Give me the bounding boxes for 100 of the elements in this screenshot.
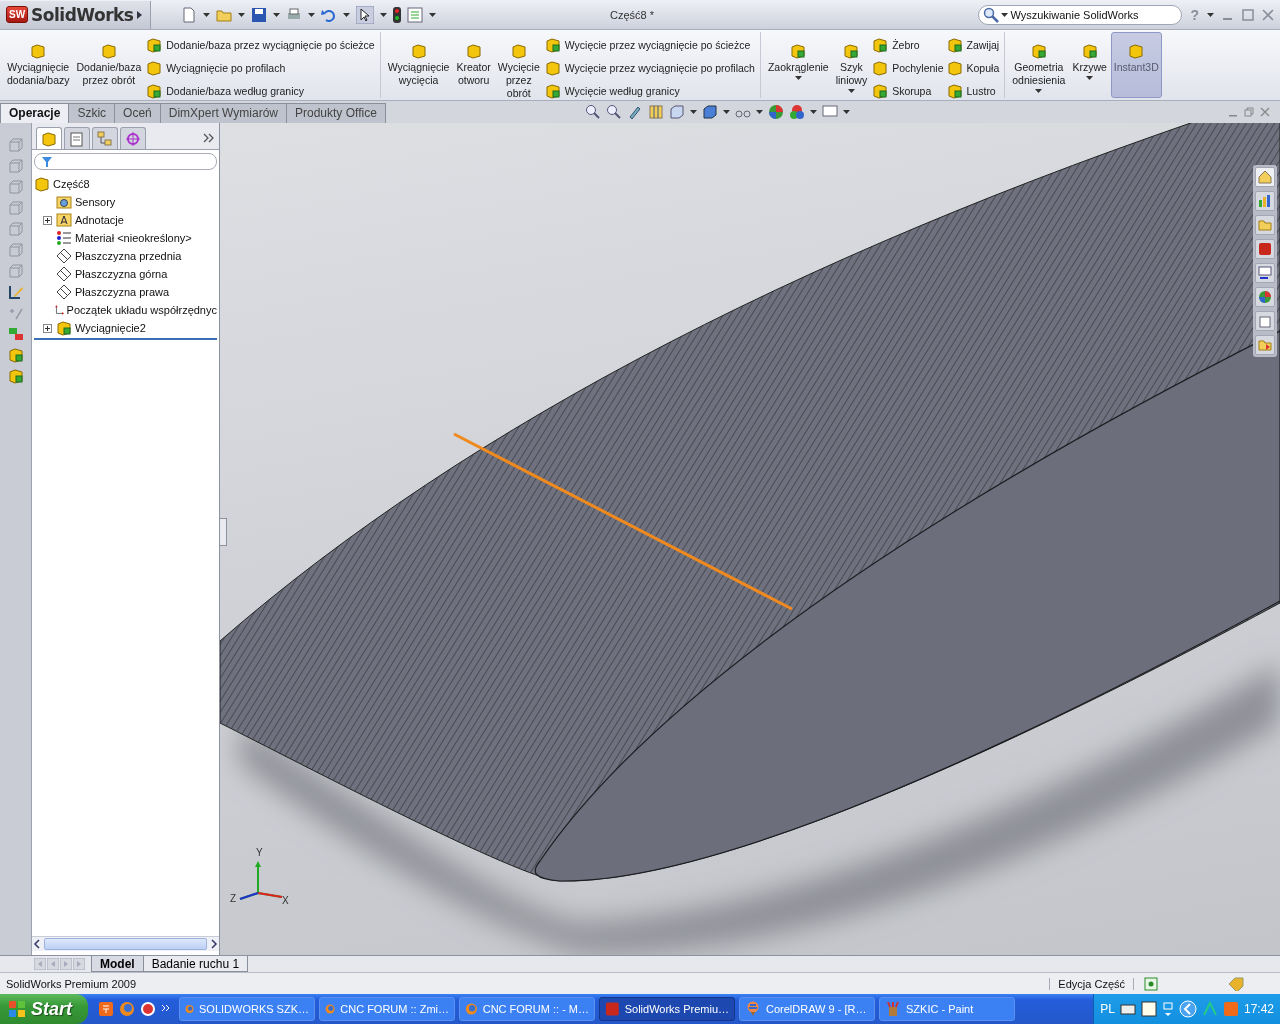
caret-icon[interactable] (342, 12, 350, 17)
maximize-icon[interactable] (1242, 8, 1254, 21)
checklist-icon[interactable] (406, 6, 423, 23)
relations-icon[interactable] (7, 326, 24, 342)
globe-icon[interactable] (140, 1001, 156, 1017)
tag-icon[interactable] (1228, 976, 1244, 991)
model-tab[interactable]: Badanie ruchu 1 (142, 956, 249, 972)
caret-icon[interactable] (237, 12, 245, 17)
save-icon[interactable] (250, 6, 267, 23)
taskbar-button[interactable]: CNC FORUM :: - M… (459, 997, 595, 1021)
ribbon-button[interactable]: Wycięcie przez wyciągnięcie po profilach (543, 58, 756, 77)
pointer-icon[interactable] (355, 5, 374, 24)
color-ball-icon[interactable] (767, 104, 784, 120)
expand-icon[interactable] (43, 323, 52, 333)
ribbon-button[interactable]: Wyciągnięcie dodania/bazy (4, 32, 73, 98)
appearance-button[interactable] (1255, 287, 1275, 307)
ribbon-button[interactable]: Zawijaj (945, 35, 1001, 54)
command-tab[interactable]: Oceń (114, 103, 161, 123)
zoom-icon[interactable] (605, 104, 622, 120)
tree-item-label[interactable]: Sensory (75, 196, 116, 208)
scene-icon[interactable] (788, 104, 805, 120)
caret-icon[interactable] (202, 12, 210, 17)
panel-collapse-handle[interactable] (220, 518, 227, 546)
taskbar-button[interactable]: CNC FORUM :: Zmi… (319, 997, 455, 1021)
ribbon-button[interactable]: Szyk liniowy (832, 32, 871, 98)
ribbon-button[interactable]: Wycięcie przez wyciągnięcie po ścieżce (543, 35, 756, 54)
ribbon-button[interactable]: Wyciągnięcie po profilach (145, 58, 376, 77)
ribbon-button[interactable]: Dodanie/baza przez obrót (73, 32, 145, 98)
cube-outline-icon[interactable] (7, 242, 24, 258)
home-button[interactable] (1255, 167, 1275, 187)
ribbon-button[interactable]: Wyciągnięcie wycięcia (384, 32, 453, 98)
configuration-tab[interactable] (92, 127, 118, 149)
property-tab[interactable] (64, 127, 90, 149)
taskbar-button[interactable]: SolidWorks Premiu… (599, 997, 735, 1021)
caret-icon[interactable] (1207, 12, 1214, 17)
expand-icon[interactable] (43, 215, 52, 225)
restore-icon[interactable] (1244, 107, 1254, 117)
tree-item-label[interactable]: Początek układu współrzędnyc (66, 304, 217, 316)
ribbon-button[interactable]: Wycięcie przez obrót (494, 32, 543, 103)
tree-item-label[interactable]: Płaszczyzna prawa (75, 286, 170, 298)
caret-icon[interactable] (722, 110, 730, 114)
search-bar[interactable]: Wyszukiwanie SolidWorks (978, 4, 1183, 25)
caret-icon[interactable] (689, 110, 697, 114)
taskbar-button[interactable]: SOLIDWORKS SZK… (179, 997, 315, 1021)
search-results-button[interactable] (1255, 239, 1275, 259)
cube-outline-icon[interactable] (7, 137, 24, 153)
command-tab[interactable]: Produkty Office (286, 103, 386, 123)
caret-icon[interactable] (842, 110, 850, 114)
caret-icon[interactable] (272, 12, 280, 17)
start-button[interactable]: Start (0, 994, 88, 1024)
ribbon-button[interactable]: Pochylenie (871, 58, 945, 77)
filter-field[interactable] (34, 153, 217, 170)
tree-item-label[interactable]: Wyciągnięcie2 (75, 322, 146, 334)
ribbon-button[interactable]: Geometria odniesienia (1009, 32, 1069, 98)
ribbon-button[interactable]: Lustro (945, 81, 1001, 100)
new-document-icon[interactable] (180, 6, 197, 23)
palette-button[interactable] (1255, 263, 1275, 283)
taskbar-button[interactable]: CorelDRAW 9 - [R… (739, 997, 875, 1021)
close-icon[interactable] (1260, 107, 1270, 117)
caret-icon[interactable] (307, 12, 315, 17)
cube-outline-icon[interactable] (7, 179, 24, 195)
tree-item-label[interactable]: Materiał <nieokreślony> (75, 232, 192, 244)
tree-item-label[interactable]: Płaszczyzna górna (75, 268, 168, 280)
close-icon[interactable] (1262, 8, 1274, 21)
double-chevron-icon[interactable] (203, 133, 215, 143)
display-style-icon[interactable] (701, 104, 718, 120)
ribbon-button[interactable]: Kreator otworu (453, 32, 494, 98)
horizontal-scrollbar[interactable] (32, 936, 219, 951)
tree-item-label[interactable]: Płaszczyzna przednia (75, 250, 182, 262)
command-tab[interactable]: Szkic (68, 103, 116, 123)
caret-icon[interactable] (428, 12, 436, 17)
keyboard-icon[interactable] (1119, 1001, 1136, 1017)
ribbon-button[interactable]: Żebro (871, 35, 945, 54)
taskbar-button[interactable]: SZKIC - Paint (879, 997, 1015, 1021)
library-button[interactable] (1255, 191, 1275, 211)
dimxpert-tab[interactable] (120, 127, 146, 149)
caret-icon[interactable] (379, 12, 387, 17)
ribbon-button[interactable]: Wycięcie według granicy (543, 81, 756, 100)
zoom-icon[interactable] (584, 104, 601, 120)
ribbon-button[interactable]: Zaokrąglenie (764, 32, 832, 98)
ribbon-button[interactable]: Dodanie/baza według granicy (145, 81, 376, 100)
caret-icon[interactable] (755, 110, 763, 114)
cube-outline-icon[interactable] (7, 221, 24, 237)
double-chevron-icon[interactable] (161, 1004, 171, 1014)
cube-outline-icon[interactable] (7, 200, 24, 216)
ribbon-button[interactable]: Dodanie/baza przez wyciągnięcie po ścieżce (145, 35, 376, 54)
recover-button[interactable] (1255, 335, 1275, 355)
command-tab[interactable]: Operacje (0, 103, 70, 123)
ribbon-button[interactable]: Instant3D (1110, 32, 1162, 98)
ribbon-button[interactable]: Skorupa (871, 81, 945, 100)
traffic-light-icon[interactable] (392, 6, 401, 23)
command-tab[interactable]: DimXpert Wymiarów (159, 103, 287, 123)
archive-icon[interactable] (98, 1001, 114, 1017)
properties-button[interactable] (1255, 311, 1275, 331)
model-tab[interactable]: Model (91, 956, 144, 972)
tree-item[interactable]: Część8 (34, 175, 217, 193)
ribbon-button[interactable]: Krzywe (1069, 32, 1110, 98)
sketch-pencil-icon[interactable] (7, 284, 24, 300)
cube-outline-icon[interactable] (7, 158, 24, 174)
cube-outline-icon[interactable] (7, 263, 24, 279)
